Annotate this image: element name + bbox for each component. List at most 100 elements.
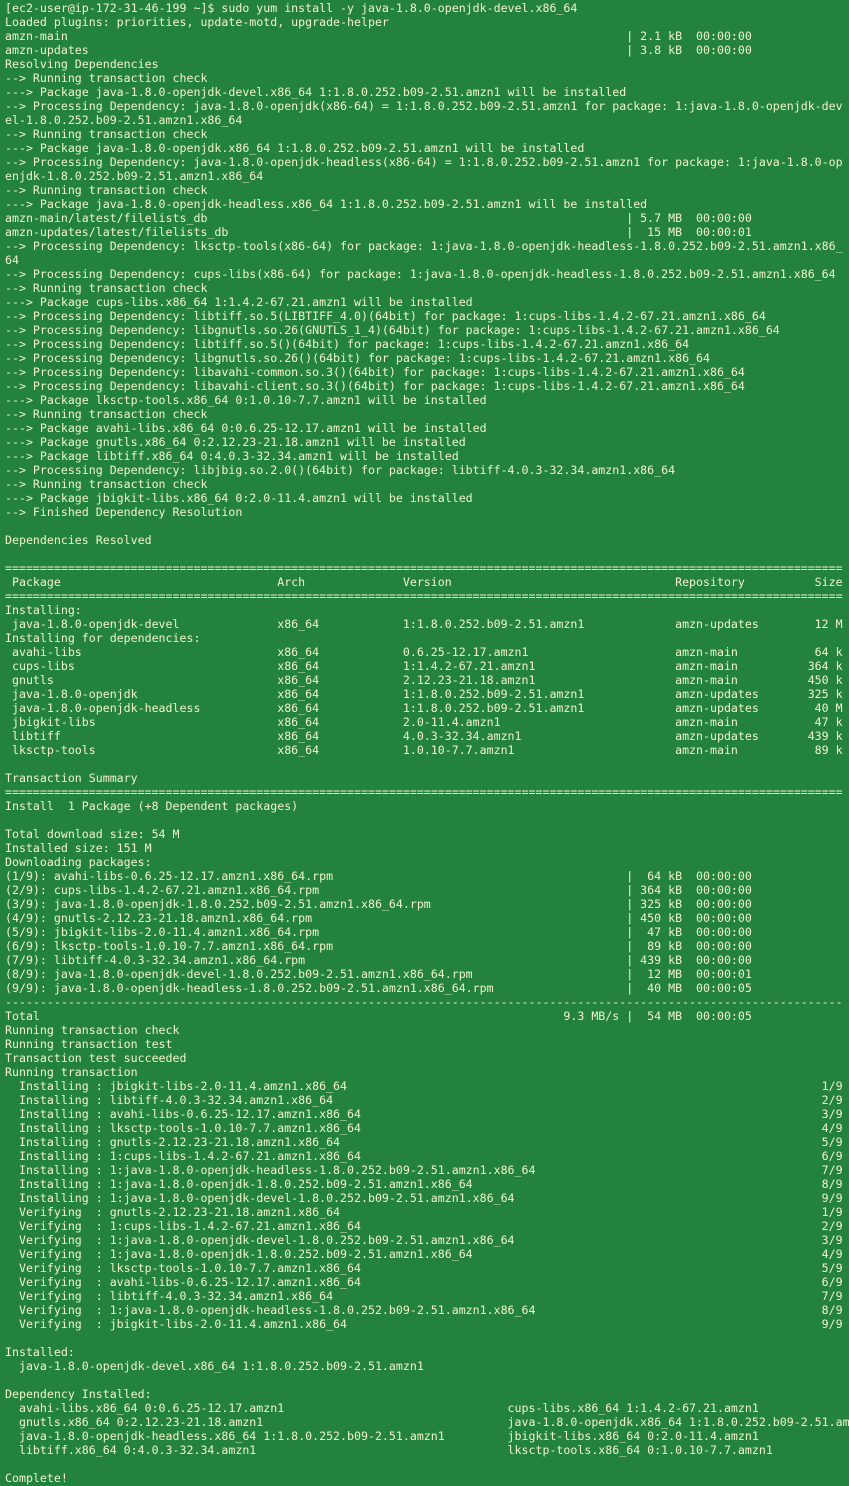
terminal-output-line: Verifying : gnutls-2.12.23-21.18.amzn1.x… xyxy=(5,1205,843,1219)
terminal-output-line: Verifying : 1:java-1.8.0-openjdk-devel-1… xyxy=(5,1233,843,1247)
terminal-output-line: jbigkit-libs x86_64 2.0-11.4.amzn1 amzn-… xyxy=(5,715,843,729)
terminal-output-line: Verifying : avahi-libs-0.6.25-12.17.amzn… xyxy=(5,1275,843,1289)
terminal-output-line: lksctp-tools x86_64 1.0.10-7.7.amzn1 amz… xyxy=(5,743,843,757)
terminal-output-line: Installed: xyxy=(5,1345,75,1359)
terminal-output-line: Transaction Summary xyxy=(5,771,138,785)
terminal-output-line: (4/9): gnutls-2.12.23-21.18.amzn1.x86_64… xyxy=(5,911,752,925)
terminal-output-line: 64 xyxy=(5,253,19,267)
terminal-output-line: Verifying : jbigkit-libs-2.0-11.4.amzn1.… xyxy=(5,1317,843,1331)
terminal-output-line: Transaction test succeeded xyxy=(5,1051,187,1065)
terminal-output-line: libtiff x86_64 4.0.3-32.34.amzn1 amzn-up… xyxy=(5,729,843,743)
terminal-output-line: --> Processing Dependency: libgnutls.so.… xyxy=(5,323,780,337)
terminal-output-line: --> Running transaction check xyxy=(5,407,208,421)
terminal-output-line: (9/9): java-1.8.0-openjdk-headless-1.8.0… xyxy=(5,981,752,995)
terminal-output-line: amzn-main | 2.1 kB 00:00:00 xyxy=(5,29,752,43)
terminal-output-line: --> Processing Dependency: java-1.8.0-op… xyxy=(5,99,843,113)
terminal-output-line: java-1.8.0-openjdk-devel x86_64 1:1.8.0.… xyxy=(5,617,843,631)
terminal-output-line: --> Processing Dependency: libtiff.so.5(… xyxy=(5,309,766,323)
terminal-output-line: (2/9): cups-libs-1.4.2-67.21.amzn1.x86_6… xyxy=(5,883,752,897)
terminal-output-line: (5/9): jbigkit-libs-2.0-11.4.amzn1.x86_6… xyxy=(5,925,752,939)
terminal-output-line: ---> Package java-1.8.0-openjdk.x86_64 1… xyxy=(5,141,585,155)
terminal-output-line: ========================================… xyxy=(5,561,843,575)
terminal-output-line: Verifying : 1:java-1.8.0-openjdk-1.8.0.2… xyxy=(5,1247,843,1261)
terminal-output-line: amzn-main/latest/filelists_db | 5.7 MB 0… xyxy=(5,211,752,225)
terminal-output-line: Loaded plugins: priorities, update-motd,… xyxy=(5,15,389,29)
terminal-output-line: Installing for dependencies: xyxy=(5,631,201,645)
terminal-output-line: ---> Package java-1.8.0-openjdk-devel.x8… xyxy=(5,85,627,99)
terminal-output-line: amzn-updates | 3.8 kB 00:00:00 xyxy=(5,43,752,57)
terminal-output-line: Resolving Dependencies xyxy=(5,57,159,71)
terminal-output-line: ========================================… xyxy=(5,785,843,799)
terminal-output-line: ---> Package cups-libs.x86_64 1:1.4.2-67… xyxy=(5,295,473,309)
terminal-output-line: --> Running transaction check xyxy=(5,281,208,295)
terminal-output-line: ========================================… xyxy=(5,589,843,603)
terminal-output-line: java-1.8.0-openjdk-devel.x86_64 1:1.8.0.… xyxy=(5,1359,424,1373)
terminal-output-line: ----------------------------------------… xyxy=(5,995,843,1009)
terminal-output-line: (7/9): libtiff-4.0.3-32.34.amzn1.x86_64.… xyxy=(5,953,752,967)
terminal-output-line: Installing : jbigkit-libs-2.0-11.4.amzn1… xyxy=(5,1079,843,1093)
terminal-output-line: ---> Package gnutls.x86_64 0:2.12.23-21.… xyxy=(5,435,466,449)
terminal-output-line: --> Running transaction check xyxy=(5,127,208,141)
terminal-output-line: Dependencies Resolved xyxy=(5,533,152,547)
terminal-output-line: ---> Package lksctp-tools.x86_64 0:1.0.1… xyxy=(5,393,487,407)
terminal-output-line: Running transaction test xyxy=(5,1037,173,1051)
terminal-output-line: (6/9): lksctp-tools-1.0.10-7.7.amzn1.x86… xyxy=(5,939,752,953)
terminal-output-line: Verifying : lksctp-tools-1.0.10-7.7.amzn… xyxy=(5,1261,843,1275)
terminal-output-line: Installing : 1:cups-libs-1.4.2-67.21.amz… xyxy=(5,1149,843,1163)
terminal-output-line: --> Processing Dependency: java-1.8.0-op… xyxy=(5,155,843,169)
terminal-output-line: Installing : avahi-libs-0.6.25-12.17.amz… xyxy=(5,1107,843,1121)
terminal-output-line: java-1.8.0-openjdk-headless x86_64 1:1.8… xyxy=(5,701,843,715)
terminal-output-line: enjdk-1.8.0.252.b09-2.51.amzn1.x86_64 xyxy=(5,169,264,183)
terminal-output-line: Installing : 1:java-1.8.0-openjdk-1.8.0.… xyxy=(5,1177,843,1191)
terminal-output-line: cups-libs x86_64 1:1.4.2-67.21.amzn1 amz… xyxy=(5,659,843,673)
terminal-output-line: Dependency Installed: xyxy=(5,1387,152,1401)
terminal-output-line: (1/9): avahi-libs-0.6.25-12.17.amzn1.x86… xyxy=(5,869,752,883)
terminal-output-line: Verifying : 1:cups-libs-1.4.2-67.21.amzn… xyxy=(5,1219,843,1233)
terminal-output-line: Installing : libtiff-4.0.3-32.34.amzn1.x… xyxy=(5,1093,843,1107)
terminal-output-line: (8/9): java-1.8.0-openjdk-devel-1.8.0.25… xyxy=(5,967,752,981)
terminal-output-line: Installed size: 151 M xyxy=(5,841,152,855)
terminal-output-line: Verifying : 1:java-1.8.0-openjdk-headles… xyxy=(5,1303,843,1317)
terminal-output-line: Running transaction xyxy=(5,1065,138,1079)
terminal-output-line: Installing: xyxy=(5,603,82,617)
terminal-output-line: --> Processing Dependency: cups-libs(x86… xyxy=(5,267,836,281)
terminal-output-line: avahi-libs x86_64 0.6.25-12.17.amzn1 amz… xyxy=(5,645,843,659)
terminal-output-line: (3/9): java-1.8.0-openjdk-1.8.0.252.b09-… xyxy=(5,897,752,911)
terminal-output-line: gnutls x86_64 2.12.23-21.18.amzn1 amzn-m… xyxy=(5,673,843,687)
terminal-output-line: amzn-updates/latest/filelists_db | 15 MB… xyxy=(5,225,752,239)
terminal-output-line: Install 1 Package (+8 Dependent packages… xyxy=(5,799,299,813)
terminal-output-line: --> Running transaction check xyxy=(5,183,208,197)
terminal-output-line: el-1.8.0.252.b09-2.51.amzn1.x86_64 xyxy=(5,113,243,127)
terminal-output-line: --> Processing Dependency: lksctp-tools(… xyxy=(5,239,843,253)
terminal-output-line: Installing : lksctp-tools-1.0.10-7.7.amz… xyxy=(5,1121,843,1135)
terminal-output-line: --> Processing Dependency: libgnutls.so.… xyxy=(5,351,710,365)
terminal-output-line: --> Processing Dependency: libtiff.so.5(… xyxy=(5,337,690,351)
terminal-output-line: java-1.8.0-openjdk-headless.x86_64 1:1.8… xyxy=(5,1429,759,1443)
terminal-output-line: ---> Package jbigkit-libs.x86_64 0:2.0-1… xyxy=(5,491,473,505)
shell-prompt-command: [ec2-user@ip-172-31-46-199 ~]$ sudo yum … xyxy=(5,1,578,15)
terminal-output-line: ---> Package libtiff.x86_64 0:4.0.3-32.3… xyxy=(5,449,459,463)
terminal-output-line: Complete! xyxy=(5,1471,68,1485)
terminal-output-line: --> Processing Dependency: libavahi-comm… xyxy=(5,365,745,379)
terminal-output-line: Installing : 1:java-1.8.0-openjdk-devel-… xyxy=(5,1191,843,1205)
terminal-output-line: Installing : gnutls-2.12.23-21.18.amzn1.… xyxy=(5,1135,843,1149)
terminal-output-line: ---> Package avahi-libs.x86_64 0:0.6.25-… xyxy=(5,421,487,435)
terminal-output-line: --> Finished Dependency Resolution xyxy=(5,505,243,519)
terminal-window[interactable]: [ec2-user@ip-172-31-46-199 ~]$ sudo yum … xyxy=(5,0,849,1486)
terminal-output-line: --> Processing Dependency: libavahi-clie… xyxy=(5,379,745,393)
terminal-output-line: Package Arch Version Repository Size xyxy=(5,575,843,589)
terminal-output-line: Installing : 1:java-1.8.0-openjdk-headle… xyxy=(5,1163,843,1177)
terminal-output-line: ---> Package java-1.8.0-openjdk-headless… xyxy=(5,197,648,211)
terminal-output-line: Verifying : libtiff-4.0.3-32.34.amzn1.x8… xyxy=(5,1289,843,1303)
terminal-output-line: --> Processing Dependency: libjbig.so.2.… xyxy=(5,463,676,477)
terminal-output-line: Total download size: 54 M xyxy=(5,827,180,841)
terminal-output-line: Running transaction check xyxy=(5,1023,180,1037)
terminal-output-line: --> Running transaction check xyxy=(5,71,208,85)
terminal-output-line: Downloading packages: xyxy=(5,855,152,869)
terminal-output-line: gnutls.x86_64 0:2.12.23-21.18.amzn1 java… xyxy=(5,1415,849,1429)
terminal-output-line: --> Running transaction check xyxy=(5,477,208,491)
terminal-output-line: Total 9.3 MB/s | 54 MB 00:00:05 xyxy=(5,1009,752,1023)
terminal-output-line: java-1.8.0-openjdk x86_64 1:1.8.0.252.b0… xyxy=(5,687,843,701)
terminal-output-line: avahi-libs.x86_64 0:0.6.25-12.17.amzn1 c… xyxy=(5,1401,759,1415)
terminal-output-line: libtiff.x86_64 0:4.0.3-32.34.amzn1 lksct… xyxy=(5,1443,773,1457)
